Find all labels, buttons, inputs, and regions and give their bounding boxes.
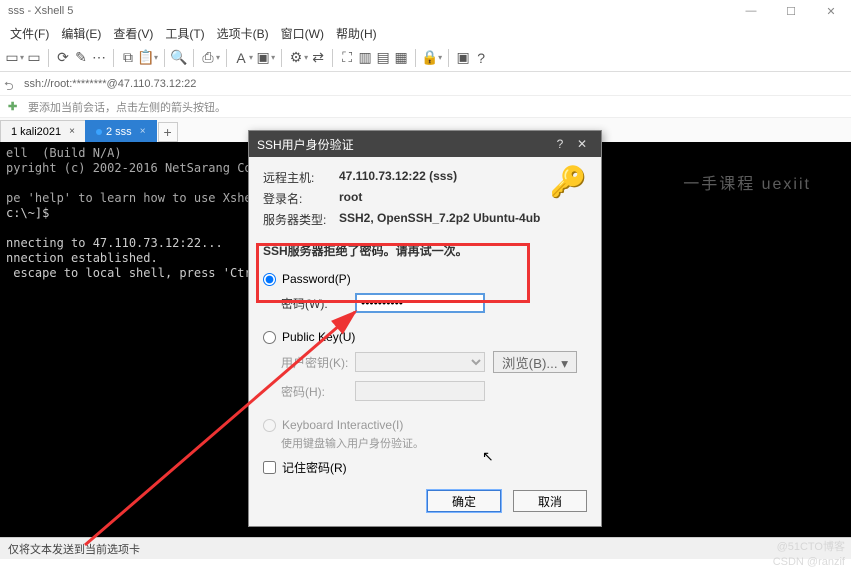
titlebar: sss - Xshell 5 — ☐ ✕ (0, 0, 851, 22)
properties-icon[interactable]: ⋯ (91, 50, 107, 66)
font-icon[interactable]: A (233, 50, 249, 66)
tab-label: 1 kali2021 (11, 126, 61, 138)
host-label: 远程主机: (263, 169, 339, 186)
find-icon[interactable]: 🔍 (171, 50, 187, 66)
tab-sss[interactable]: 2 sss × (85, 120, 157, 142)
open-icon[interactable]: ▭ (26, 50, 42, 66)
script-icon[interactable]: ⚙ (288, 50, 304, 66)
tile-v-icon[interactable]: ▤ (375, 50, 391, 66)
key-password-label: 密码(H): (281, 383, 355, 400)
disconnect-icon[interactable]: ✎ (73, 50, 89, 66)
close-icon[interactable]: ✕ (811, 0, 851, 22)
menubar: 文件(F) 编辑(E) 查看(V) 工具(T) 选项卡(B) 窗口(W) 帮助(… (0, 22, 851, 44)
userkey-label: 用户密钥(K): (281, 354, 355, 371)
new-session-icon[interactable]: ▭ (4, 50, 20, 66)
user-value: root (339, 190, 362, 207)
menu-tab[interactable]: 选项卡(B) (211, 23, 275, 44)
toolbar: ▭▾ ▭ ⟳ ✎ ⋯ ⧉ 📋▾ 🔍 ⎙▾ A▾ ▣▾ ⚙▾ ⇄ ⛶ ▥ ▤ ▦ … (0, 44, 851, 72)
add-session-icon[interactable]: ✚ (8, 100, 22, 114)
host-value: 47.110.73.12:22 (sss) (339, 169, 457, 186)
cancel-button[interactable]: 取消 (513, 490, 587, 512)
back-icon[interactable]: ⮌ (4, 77, 18, 91)
close-tab-icon[interactable]: × (69, 126, 75, 137)
keyboard-radio (263, 419, 276, 432)
new-tab-button[interactable]: + (158, 122, 178, 142)
user-label: 登录名: (263, 190, 339, 207)
dialog-close-icon[interactable]: ✕ (571, 137, 593, 151)
password-option-label: Password(P) (282, 272, 351, 286)
hint-text: 要添加当前会话，点击左侧的箭头按钮。 (28, 99, 226, 115)
menu-file[interactable]: 文件(F) (4, 23, 55, 44)
tab-label: 2 sss (106, 126, 132, 138)
remember-label: 记住密码(R) (282, 459, 347, 476)
servertype-label: 服务器类型: (263, 211, 339, 228)
address-bar: ⮌ ssh://root:********@47.110.73.12:22 (0, 72, 851, 96)
menu-tools[interactable]: 工具(T) (159, 23, 210, 44)
dialog-help-icon[interactable]: ? (549, 137, 571, 151)
keyboard-option-label: Keyboard Interactive(I) (282, 418, 403, 432)
close-tab-icon[interactable]: × (140, 126, 146, 137)
menu-help[interactable]: 帮助(H) (330, 23, 383, 44)
tab-kali2021[interactable]: 1 kali2021 × (0, 120, 86, 142)
lock-icon[interactable]: 🔒 (422, 50, 438, 66)
hint-bar: ✚ 要添加当前会话，点击左侧的箭头按钮。 (0, 96, 851, 118)
address-input[interactable]: ssh://root:********@47.110.73.12:22 (24, 78, 847, 90)
cascade-icon[interactable]: ▦ (393, 50, 409, 66)
userkey-combo (355, 352, 485, 372)
menu-window[interactable]: 窗口(W) (275, 23, 330, 44)
help-icon[interactable]: ? (473, 50, 489, 66)
ssh-auth-dialog: SSH用户身份验证 ? ✕ 🔑 远程主机:47.110.73.12:22 (ss… (248, 130, 602, 527)
print-icon[interactable]: ⎙ (200, 50, 216, 66)
dialog-title: SSH用户身份验证 (257, 136, 354, 153)
key-password-input (355, 381, 485, 401)
error-message: SSH服务器拒绝了密码。请再试一次。 (263, 242, 587, 259)
remember-checkbox[interactable] (263, 461, 276, 474)
keyboard-desc: 使用键盘输入用户身份验证。 (263, 435, 587, 451)
title-text: sss - Xshell 5 (8, 5, 73, 17)
ok-button[interactable]: 确定 (427, 490, 501, 512)
publickey-option-label: Public Key(U) (282, 330, 355, 344)
dialog-titlebar[interactable]: SSH用户身份验证 ? ✕ (249, 131, 601, 157)
password-input[interactable] (355, 293, 485, 313)
status-bar: 仅将文本发送到当前选项卡 (0, 537, 851, 559)
status-text: 仅将文本发送到当前选项卡 (8, 541, 140, 557)
transfer-icon[interactable]: ⇄ (310, 50, 326, 66)
paste-icon[interactable]: 📋 (138, 50, 154, 66)
keys-icon: 🔑 (550, 165, 587, 200)
menu-edit[interactable]: 编辑(E) (55, 23, 107, 44)
password-radio[interactable] (263, 273, 276, 286)
password-label: 密码(W): (281, 295, 355, 312)
publickey-radio[interactable] (263, 331, 276, 344)
fullscreen-icon[interactable]: ⛶ (339, 50, 355, 66)
reconnect-icon[interactable]: ⟳ (55, 50, 71, 66)
minimize-icon[interactable]: — (731, 0, 771, 22)
maximize-icon[interactable]: ☐ (771, 0, 811, 22)
copy-icon[interactable]: ⧉ (120, 50, 136, 66)
servertype-value: SSH2, OpenSSH_7.2p2 Ubuntu-4ub (339, 211, 540, 228)
tile-h-icon[interactable]: ▥ (357, 50, 373, 66)
localshell-icon[interactable]: ▣ (455, 50, 471, 66)
menu-view[interactable]: 查看(V) (107, 23, 159, 44)
color-icon[interactable]: ▣ (255, 50, 271, 66)
browse-button: 浏览(B)... ▾ (493, 351, 577, 373)
status-dot-icon (96, 129, 102, 135)
